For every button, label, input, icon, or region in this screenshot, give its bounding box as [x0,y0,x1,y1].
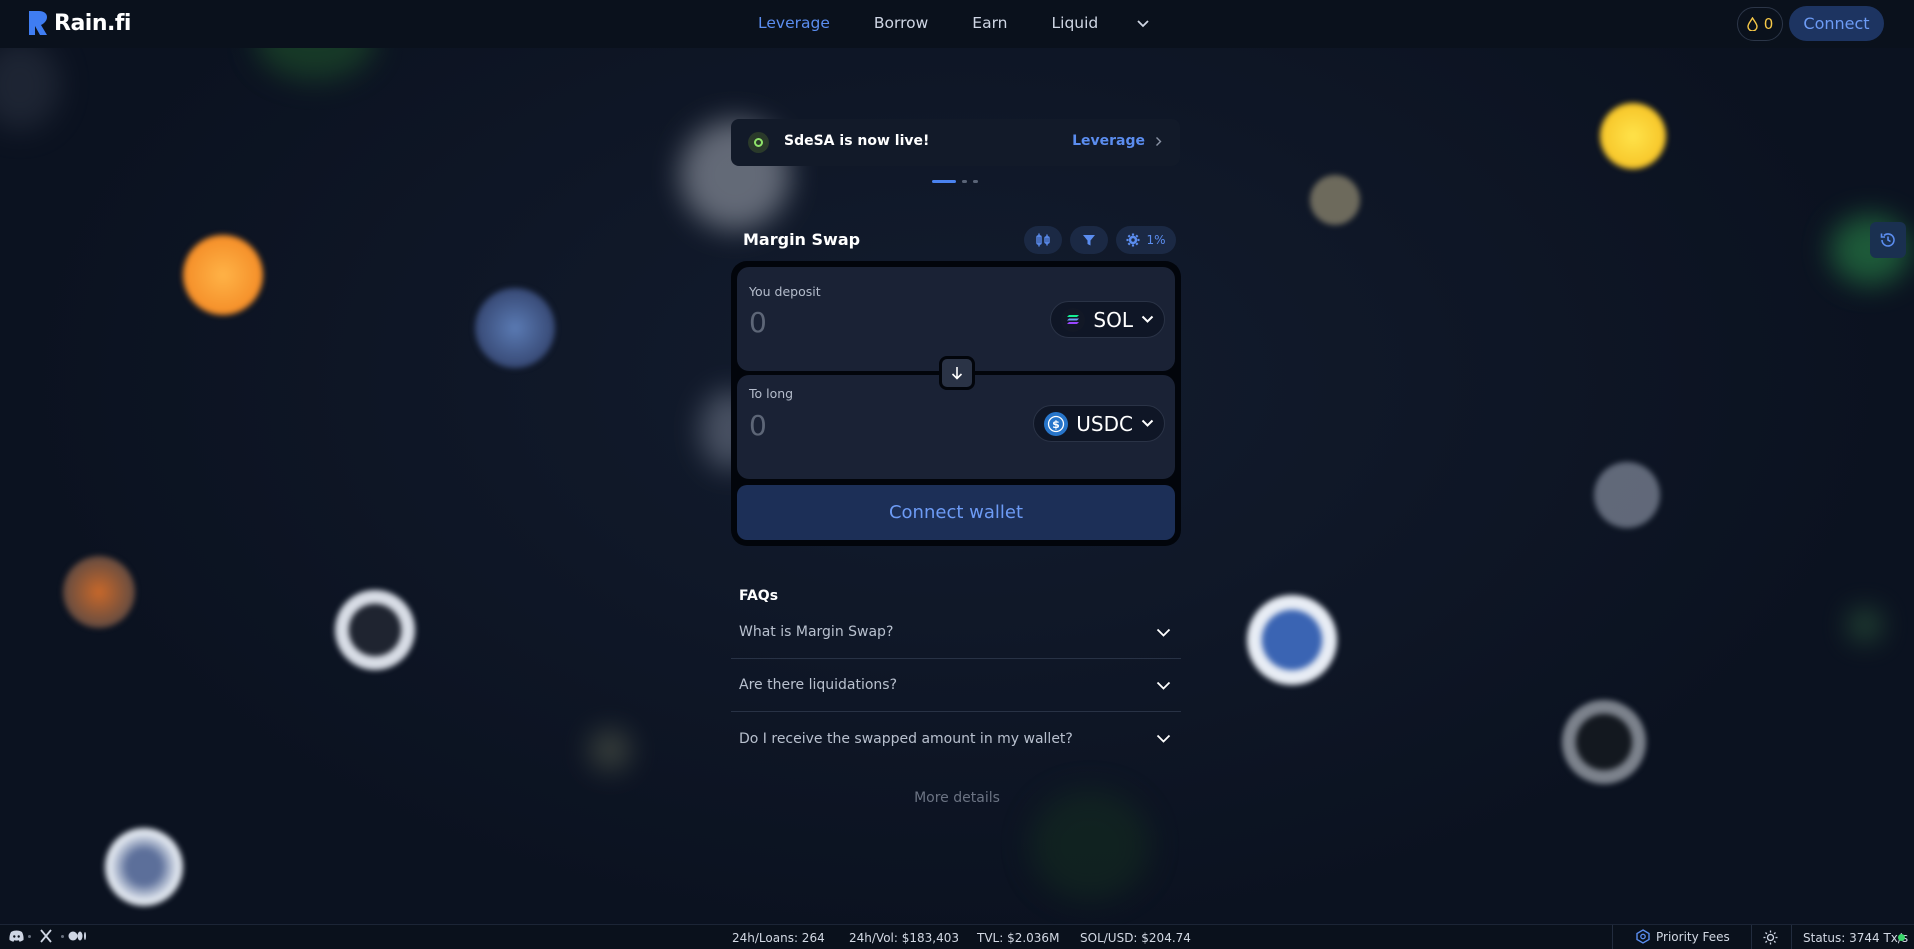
live-indicator-icon [748,132,769,153]
carousel-dot-2[interactable] [962,180,967,183]
svg-text:$: $ [1052,418,1060,431]
medium-icon[interactable] [68,930,88,942]
social-links [9,929,88,943]
nav-leverage[interactable]: Leverage [758,14,830,32]
faq-question: Are there liquidations? [739,677,898,693]
chevron-down-icon [1156,734,1171,743]
chevron-right-icon [1156,136,1162,146]
nav-earn[interactable]: Earn [972,14,1007,32]
swap-title: Margin Swap [743,230,861,249]
filter-button[interactable] [1070,226,1108,254]
long-amount-input[interactable]: 0 [749,409,767,442]
carousel-dot-3[interactable] [973,180,978,183]
swap-card: You deposit 0 SOL To long 0 $ USDC Conne… [731,261,1181,546]
footer-volume: 24h/Vol: $183,403 [849,931,959,945]
banner-text: SdeSA is now live! [784,133,930,149]
carousel-dot-1[interactable] [932,180,956,183]
app-logo[interactable]: Rain.fi [26,9,131,37]
deposit-token-select[interactable]: SOL [1050,301,1165,338]
logo-icon [29,11,47,35]
carousel-indicator [932,180,978,183]
drop-icon [1747,17,1758,31]
chevron-down-icon [1156,628,1171,637]
faq-item[interactable]: Do I receive the swapped amount in my wa… [731,712,1181,765]
main-nav: Leverage Borrow Earn Liquid [758,0,1150,45]
sol-icon [1061,307,1086,332]
priority-fees-label: Priority Fees [1656,929,1730,944]
deposit-label: You deposit [749,284,821,299]
connect-wallet-button[interactable]: Connect wallet [737,485,1175,540]
points-value: 0 [1763,15,1774,33]
more-details-link[interactable]: More details [0,790,1914,806]
faq-question: What is Margin Swap? [739,624,894,640]
slippage-button[interactable]: 1% [1116,226,1176,254]
app-name: Rain.fi [54,10,131,36]
arrow-down-icon [951,367,963,380]
nav-liquid[interactable]: Liquid [1052,14,1099,32]
long-token-label: USDC [1076,411,1133,436]
footer-price: SOL/USD: $204.74 [1080,931,1191,945]
faq-title: FAQs [739,588,779,604]
status-footer: 24h/Loans: 264 24h/Vol: $183,403 TVL: $2… [0,924,1914,949]
chart-settings-button[interactable] [1024,226,1062,254]
chevron-down-icon[interactable] [1136,16,1150,30]
chevron-down-icon [1156,681,1171,690]
network-status: Status: 3744 Tx/s [1803,931,1909,945]
discord-icon[interactable] [9,930,24,942]
connect-button[interactable]: Connect [1789,6,1884,41]
switch-direction-button[interactable] [939,356,975,390]
deposit-token-label: SOL [1093,307,1133,332]
gear-icon [1126,233,1140,247]
usdc-icon: $ [1044,411,1069,436]
deposit-amount-input[interactable]: 0 [749,306,767,339]
nav-borrow[interactable]: Borrow [874,14,928,32]
points-badge[interactable]: 0 [1737,7,1783,41]
sun-icon[interactable] [1763,930,1778,945]
long-token-select[interactable]: $ USDC [1033,405,1165,442]
top-header: Rain.fi Leverage Borrow Earn Liquid 0 Co… [0,0,1914,48]
faq-item[interactable]: What is Margin Swap? [731,606,1181,659]
chart-settings-icon [1036,233,1050,247]
announcement-banner[interactable]: SdeSA is now live! Leverage [731,119,1180,166]
history-button[interactable] [1870,222,1906,258]
banner-link[interactable]: Leverage [1072,133,1162,149]
history-icon [1880,233,1895,247]
filter-icon [1083,235,1095,246]
status-indicator [1898,934,1905,941]
footer-loans: 24h/Loans: 264 [732,931,825,945]
priority-fees-button[interactable]: Priority Fees [1636,929,1730,944]
chevron-down-icon [1141,419,1154,427]
slippage-value: 1% [1146,233,1166,247]
long-label: To long [749,386,794,401]
footer-tvl: TVL: $2.036M [977,931,1060,945]
faq-item[interactable]: Are there liquidations? [731,659,1181,712]
priority-icon [1636,929,1650,944]
chevron-down-icon [1141,315,1154,323]
long-panel: To long 0 $ USDC [737,375,1175,479]
faq-question: Do I receive the swapped amount in my wa… [739,730,1073,747]
x-icon[interactable] [35,929,57,943]
banner-link-label: Leverage [1072,133,1145,149]
